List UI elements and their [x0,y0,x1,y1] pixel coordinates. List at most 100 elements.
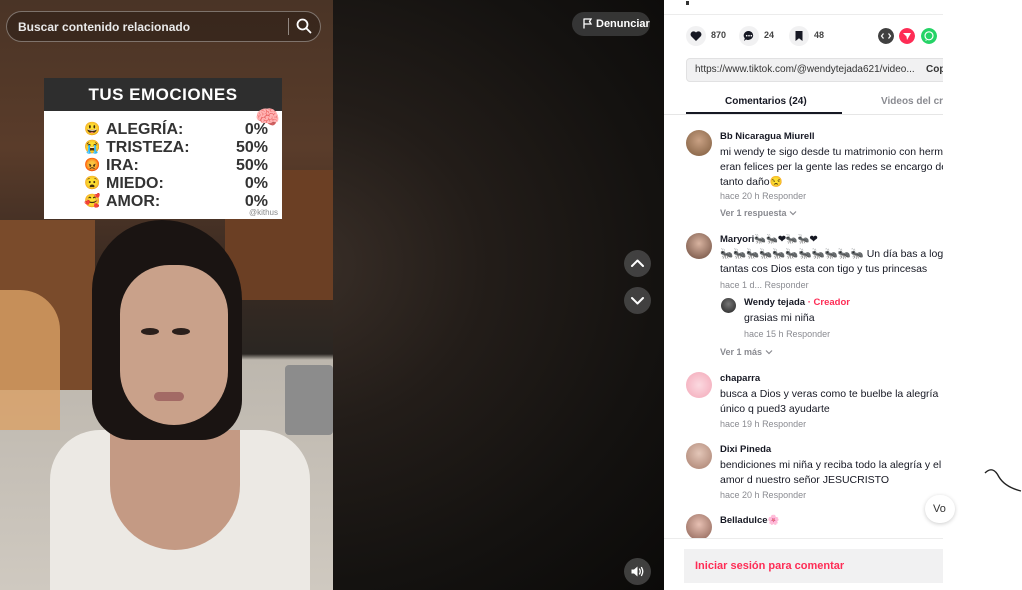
reply-button[interactable]: Responder [762,490,806,500]
appliance [285,365,333,435]
chevron-down-icon [631,297,644,305]
emotion-label: MIEDO: [106,175,164,192]
emotion-emoji: 😧 [84,175,101,190]
avatar[interactable] [686,233,712,259]
emotion-row: 😭 TRISTEZA: 50% [84,139,274,157]
emotion-label: ALEGRÍA: [106,121,184,138]
floating-button[interactable]: Vo [925,495,955,523]
emotions-overlay-card: TUS EMOCIONES ACTUALES 🧠 😃 ALEGRÍA: 0% 😭… [44,78,282,219]
emotion-label: TRISTEZA: [106,139,190,156]
comment-username[interactable]: Belladulce🌸 [720,515,779,526]
like-count: 870 [711,30,727,40]
search-icon[interactable] [295,17,313,35]
view-replies-button[interactable]: Ver 1 respuesta [720,208,797,218]
login-to-comment-button[interactable]: Iniciar sesión para comentar [684,549,943,583]
divider [664,538,943,539]
emotion-emoji: 😭 [84,139,101,154]
emotion-row: 😡 IRA: 50% [84,157,274,175]
comment-icon [743,30,754,41]
video-frame[interactable]: TUS EMOCIONES ACTUALES 🧠 😃 ALEGRÍA: 0% 😭… [0,0,333,590]
volume-button[interactable] [624,558,651,585]
comments-panel: 870 24 48 https://www.tiktok.com/@wendyt [664,0,943,590]
avatar[interactable] [686,130,712,156]
divider [664,14,943,15]
comment-username[interactable]: Bb Nicaragua Miurell [720,131,815,142]
reply-text: grasias mi niña [744,312,815,324]
tabs-divider [664,114,943,115]
video-url: https://www.tiktok.com/@wendytejada621/v… [695,64,915,75]
comment-button[interactable] [739,26,759,46]
next-video-button[interactable] [624,287,651,314]
emotion-value: 0% [244,175,268,192]
emotion-emoji: 😡 [84,157,101,172]
whatsapp-icon[interactable] [921,28,937,44]
comment-text: mi wendy te sigo desde tu matrimonio con… [720,146,943,188]
avatar[interactable] [686,514,712,538]
view-more-replies-button[interactable]: Ver 1 más [720,347,773,357]
emotion-label: IRA: [106,157,139,174]
comment-count: 24 [764,30,775,40]
comment-time: hace 1 d... [720,280,763,290]
avatar[interactable] [686,372,712,398]
embed-icon[interactable] [878,28,894,44]
reply-user-name: Wendy tejada [744,297,806,308]
tab-creator-videos[interactable]: Videos del cre [881,96,943,107]
search-input[interactable] [16,16,280,38]
comment-meta: hace 20 h Responder [720,490,806,500]
reply-button[interactable]: Responder [762,191,806,201]
report-button[interactable]: Denunciar [572,12,650,36]
avatar[interactable] [721,298,736,313]
search-divider [288,18,289,35]
comment-username[interactable]: Dixi Pineda [720,444,771,455]
send-icon[interactable] [899,28,915,44]
flag-icon [583,18,593,29]
search-bar [6,11,321,42]
comment-time: hace 20 h [720,191,760,201]
previous-video-button[interactable] [624,250,651,277]
doorway-arch [0,290,60,430]
overlay-title: TUS EMOCIONES ACTUALES [44,78,282,137]
reply-button[interactable]: Responder [786,329,830,339]
save-button[interactable] [789,26,809,46]
floating-button-label: Vo [933,503,946,515]
person-face [120,265,228,425]
reply-meta: hace 15 h Responder [744,329,830,339]
comment-time: hace 19 h [720,419,760,429]
video-link-field[interactable]: https://www.tiktok.com/@wendytejada621/v… [686,58,943,82]
like-button[interactable] [686,26,706,46]
person-eye-left [141,328,159,335]
comment-text: bendiciones mi niña y reciba todo la ale… [720,459,942,486]
bookmark-icon [795,31,803,41]
video-stage: TUS EMOCIONES ACTUALES 🧠 😃 ALEGRÍA: 0% 😭… [0,0,664,590]
emotion-value: 50% [235,157,268,174]
decorative-stroke [984,469,1022,492]
tab-comments[interactable]: Comentarios (24) [725,96,807,107]
overlay-credit: @kithus [248,208,278,217]
heart-icon [690,31,702,41]
reply-time: hace 15 h [744,329,784,339]
save-count: 48 [814,30,825,40]
comment-item: Belladulce🌸 [664,514,943,538]
comment-username[interactable]: Maryori🐜🐜❤🐜🐜❤ [720,234,818,245]
volume-icon [631,566,644,577]
comment-meta: hace 1 d... Responder [720,280,809,290]
emotion-label: AMOR: [106,193,161,210]
chevron-down-icon [789,211,797,216]
comment-text: busca a Dios y veras como te buelbe la a… [720,388,939,415]
person-mouth [154,392,184,401]
emotion-row: 😃 ALEGRÍA: 0% [84,121,274,139]
chevron-up-icon [631,259,644,267]
emotion-value: 50% [235,139,268,156]
avatar[interactable] [686,443,712,469]
reply-button[interactable]: Responder [762,419,806,429]
copy-link-button[interactable]: Cop [926,64,943,75]
comment-username[interactable]: chaparra [720,373,760,384]
comment-meta: hace 20 h Responder [720,191,806,201]
login-prompt: Iniciar sesión para comentar [695,560,845,572]
reply-username[interactable]: Wendy tejada · Creador [744,297,850,308]
reply-button[interactable]: Responder [765,280,809,290]
emotion-value: 0% [244,121,268,138]
view-more-label: Ver 1 más [720,347,763,357]
music-icon [686,1,689,5]
chevron-down-icon [765,350,772,355]
